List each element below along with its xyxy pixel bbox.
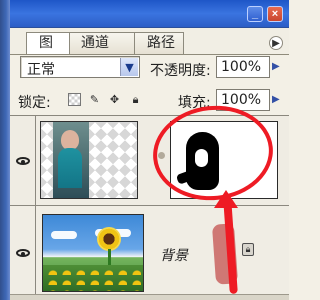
lock-pixels-brush-icon[interactable]: ✎	[88, 93, 101, 106]
close-button[interactable]: ×	[267, 6, 283, 22]
woman-photo-thumbnail	[53, 122, 89, 198]
lock-label: 锁定:	[18, 95, 51, 111]
eye-icon[interactable]	[15, 249, 30, 257]
tabs-row: 图层 通道 路径 ▶	[10, 28, 289, 54]
panel-menu-icon[interactable]: ▶	[269, 36, 283, 50]
cloud-shape	[51, 231, 77, 239]
layers-list: 背景 🔒︎	[10, 115, 289, 300]
mask-shape	[186, 132, 219, 190]
blend-row: 正常 ▼ 不透明度: 100% ▶	[10, 54, 289, 84]
layer-name-background[interactable]: 背景	[160, 245, 188, 265]
opacity-label: 不透明度:	[150, 63, 211, 79]
fill-value: 100%	[221, 92, 262, 108]
fill-input[interactable]: 100%	[216, 89, 270, 111]
mask-link-icon[interactable]	[158, 152, 165, 159]
opacity-slider-arrow-icon[interactable]: ▶	[272, 61, 280, 72]
left-edge-strip	[0, 0, 10, 300]
bottom-panel-strip	[10, 294, 289, 300]
window-controls: _ ×	[247, 6, 283, 22]
lock-all-icon[interactable]: 🔒︎	[129, 93, 142, 106]
panel-title-strip: _ ×	[10, 0, 289, 28]
red-annotation-arrow-head	[214, 190, 238, 208]
lock-icon: 🔒︎	[242, 243, 254, 256]
layer-row[interactable]: 背景 🔒︎	[10, 206, 289, 300]
visibility-toggle[interactable]	[10, 206, 36, 300]
blend-mode-select[interactable]: 正常 ▼	[20, 56, 140, 78]
tab-paths[interactable]: 路径	[134, 32, 184, 54]
blend-mode-value: 正常	[27, 62, 55, 78]
lock-fill-row: 锁定: ✎ ✥ 🔒︎ 填充: 100% ▶	[10, 87, 289, 113]
sunflower-field-shape	[43, 265, 143, 291]
opacity-input[interactable]: 100%	[216, 56, 270, 78]
minimize-button[interactable]: _	[247, 6, 263, 22]
visibility-toggle[interactable]	[10, 116, 36, 205]
tab-layers[interactable]: 图层	[26, 32, 70, 54]
eye-icon[interactable]	[15, 156, 30, 165]
layer-row[interactable]	[10, 116, 289, 206]
lock-transparency-icon[interactable]	[68, 93, 81, 106]
layer-mask-thumbnail[interactable]	[170, 121, 278, 199]
opacity-value: 100%	[221, 59, 262, 75]
background-thumbnail[interactable]	[42, 214, 144, 292]
sunflower-shape	[97, 227, 121, 251]
fill-slider-arrow-icon[interactable]: ▶	[272, 94, 280, 105]
layer-thumbnail[interactable]	[40, 121, 138, 199]
tab-channels[interactable]: 通道	[68, 32, 138, 54]
lock-position-move-icon[interactable]: ✥	[108, 93, 121, 106]
chevron-down-icon[interactable]: ▼	[120, 58, 138, 76]
layers-panel-window: _ × 图层 通道 路径 ▶ 正常 ▼ 不透明度: 100% ▶ 锁定: ✎ ✥…	[0, 0, 289, 300]
fill-label: 填充:	[178, 95, 211, 111]
